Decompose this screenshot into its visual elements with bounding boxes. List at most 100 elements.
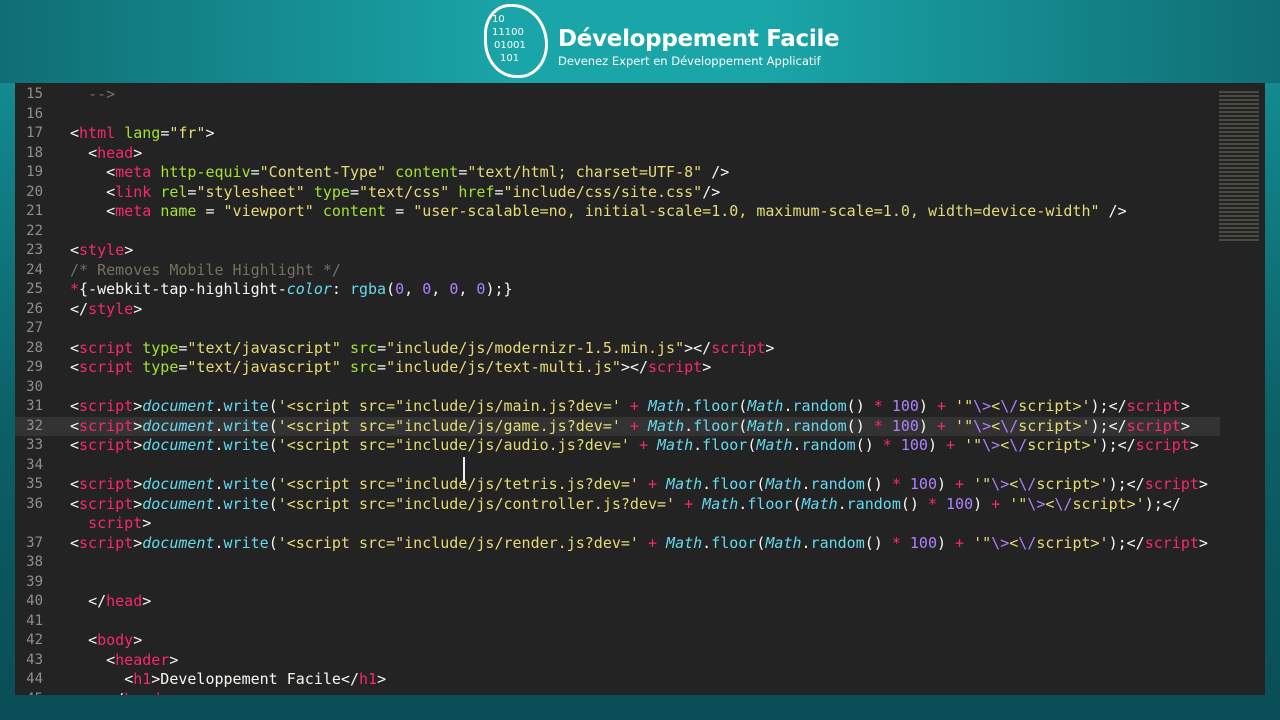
code-text: </head> [70, 592, 151, 612]
code-token: + [647, 533, 658, 552]
code-line[interactable]: 31 <script>document.write('<script src="i… [15, 397, 1220, 417]
code-line[interactable]: 42 <body> [15, 631, 1220, 651]
code-token: script [79, 338, 134, 357]
code-line[interactable]: 26 </style> [15, 300, 1220, 320]
code-line[interactable]: 34 [15, 456, 1220, 476]
code-token: '" [955, 416, 974, 435]
code-token: link [115, 182, 152, 201]
code-line[interactable]: 37 <script>document.write('<script src="i… [15, 534, 1220, 554]
code-token: () [864, 475, 892, 493]
line-number: 41 [26, 612, 43, 629]
code-line[interactable]: 30 [15, 378, 1220, 398]
code-line[interactable]: 33 <script>document.write('<script src="i… [15, 436, 1220, 456]
code-token: < [70, 124, 80, 142]
code-token: < [70, 241, 80, 259]
code-token: script [79, 416, 134, 435]
code-token: "fr" [169, 124, 206, 142]
logo-text: 101 [500, 53, 520, 64]
code-line[interactable]: 19 <meta http-equiv="Content-Type" conte… [15, 163, 1220, 183]
code-line[interactable]: script> [15, 514, 1220, 534]
code-token: < [991, 397, 1001, 415]
code-line[interactable]: 36 <script>document.write('<script src="i… [15, 495, 1220, 515]
code-line[interactable]: 23 <style> [15, 241, 1220, 261]
code-text: /* Removes Mobile Highlight */ [70, 261, 341, 281]
code-line[interactable]: 44 <h1>Developpement Facile</h1> [15, 670, 1220, 690]
code-line[interactable]: 22 [15, 222, 1220, 242]
code-token: rgba [349, 280, 387, 298]
code-line[interactable]: 24 /* Removes Mobile Highlight */ [15, 261, 1220, 281]
line-number: 31 [26, 398, 43, 414]
code-token: () [855, 436, 883, 454]
code-line[interactable]: 20 <link rel="stylesheet" type="text/css… [15, 183, 1220, 203]
code-token: , [458, 280, 477, 298]
code-token: "Content-Type" [259, 163, 387, 181]
code-line[interactable]: 17 <html lang="fr"> [15, 124, 1220, 144]
code-line[interactable]: 27 [15, 319, 1220, 339]
line-number: 33 [26, 437, 43, 453]
code-line[interactable]: 28 <script type="text/javascript" src="in… [15, 339, 1220, 359]
code-token: > [142, 592, 152, 610]
minimap[interactable] [1219, 91, 1259, 241]
code-line[interactable]: 21 <meta name = "viewport" content = "us… [15, 202, 1220, 222]
code-token: > [133, 475, 143, 493]
code-line[interactable]: 18 <head> [15, 144, 1220, 164]
code-token: '<script src="include/js/main.js?dev=' [277, 397, 621, 415]
code-token: . [801, 533, 811, 552]
code-token: . [214, 475, 224, 493]
code-token: ) [973, 494, 992, 513]
code-editor[interactable]: 15 --> 16 17 <html lang="fr"> 18 <head> 19 <m… [15, 83, 1265, 695]
code-token: body [97, 631, 134, 649]
code-line[interactable]: 25 *{-webkit-tap-highlight-color: rgba(0,… [15, 280, 1220, 300]
logo-text: 11100 [492, 27, 524, 38]
code-text: <head> [70, 144, 142, 164]
code-line[interactable]: 29 <script type="text/javascript" src="in… [15, 358, 1220, 378]
code-token: () [864, 533, 892, 552]
code-token: script [79, 397, 134, 415]
code-token: > [765, 338, 775, 357]
code-token: type [142, 338, 179, 357]
code-token: = [250, 163, 260, 181]
code-line[interactable]: 32 <script>document.write('<script src="i… [15, 416, 1220, 436]
code-token: . [214, 397, 224, 415]
code-token: meta [115, 202, 152, 220]
code-token: > [133, 631, 143, 649]
code-token: "user-scalable=no, initial-scale=1.0, ma… [413, 202, 1100, 220]
code-token: random [810, 475, 865, 493]
code-token: * [873, 397, 883, 415]
code-token: </ [1108, 397, 1127, 415]
code-token: </ [1162, 494, 1181, 513]
brand-subtitle: Devenez Expert en Développement Applicat… [558, 54, 821, 68]
code-token: * [891, 475, 901, 493]
code-line[interactable]: 16 [15, 105, 1220, 125]
line-number: 25 [26, 281, 43, 297]
code-token: {-webkit-tap-highlight- [79, 280, 287, 298]
code-line[interactable]: 35 <script>document.write('<script src="i… [15, 475, 1220, 495]
code-token: script>' [1072, 494, 1145, 513]
code-line[interactable]: 15 --> [15, 85, 1220, 105]
code-token: = [377, 338, 387, 357]
code-token: header [115, 650, 170, 669]
code-line[interactable]: 39 [15, 573, 1220, 593]
code-line[interactable]: 40 </head> [15, 592, 1220, 612]
logo-text: 01001 [494, 40, 526, 51]
code-token: . [702, 533, 712, 552]
code-line[interactable]: 38 [15, 553, 1220, 573]
code-token: ) [918, 397, 937, 415]
code-token: content [395, 163, 459, 181]
code-token: () [900, 494, 928, 513]
code-text: <html lang="fr"> [70, 124, 215, 144]
code-line[interactable]: 43 <header> [15, 651, 1220, 671]
line-number: 29 [26, 359, 43, 375]
code-token: ( [792, 494, 802, 513]
code-token: floor [711, 533, 757, 552]
code-line[interactable]: 41 [15, 612, 1220, 632]
logo: 10 11100 01001 101 [484, 4, 548, 78]
